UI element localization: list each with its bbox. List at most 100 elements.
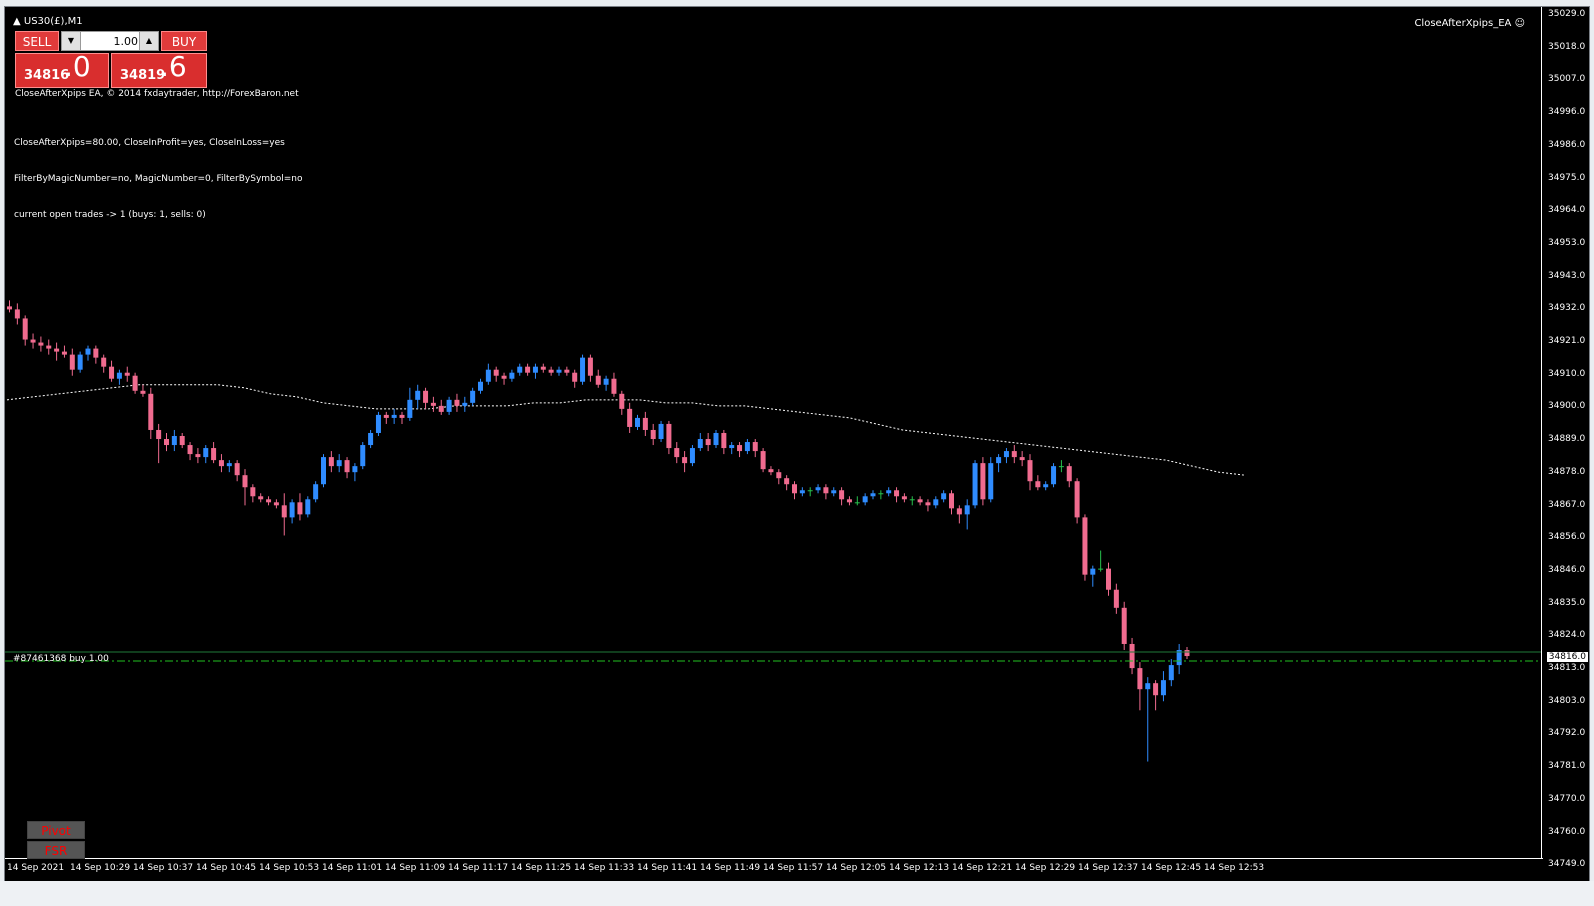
- price-axis-label: 34953.0: [1548, 237, 1586, 248]
- candle-body: [799, 490, 805, 494]
- candle-body: [807, 490, 813, 492]
- candle-body: [1153, 683, 1159, 696]
- candle-body: [446, 399, 452, 412]
- lot-decrease-button[interactable]: ▼: [62, 32, 81, 50]
- one-click-trading-panel: SELL ▼ ▲ BUY 34816 .0 34819 .6: [15, 31, 207, 88]
- candle-body: [580, 357, 586, 382]
- candle: [1137, 662, 1143, 711]
- expert-advisor-label[interactable]: CloseAfterXpips_EA ☺: [1414, 18, 1525, 29]
- candle: [674, 442, 680, 464]
- candle-body: [132, 375, 138, 391]
- price-axis-label: 34803.0: [1548, 695, 1586, 706]
- chart-panel[interactable]: ▲ US30(£),M1 CloseAfterXpips_EA ☺ SELL ▼…: [4, 6, 1590, 899]
- candle-body: [768, 469, 774, 473]
- candle: [760, 448, 766, 473]
- candle: [901, 493, 907, 503]
- candle: [273, 499, 279, 509]
- candle: [870, 490, 876, 500]
- candle: [321, 454, 326, 488]
- price-axis-label: 35029.0: [1548, 9, 1586, 19]
- candle-body: [737, 445, 743, 452]
- candle: [862, 493, 868, 506]
- symbol-title: ▲ US30(£),M1: [13, 16, 83, 28]
- price-axis[interactable]: 35029.0 35018.0 35007.0 34996.0 34986.0 34975…: [1541, 7, 1589, 869]
- order-line-label[interactable]: #87461368 buy 1.00: [13, 654, 109, 664]
- candle-body: [187, 445, 193, 455]
- candle: [93, 345, 99, 364]
- lot-size-input[interactable]: [82, 32, 138, 50]
- price-axis-label: 34856.0: [1548, 532, 1586, 543]
- candle: [415, 384, 421, 409]
- candle: [1153, 680, 1159, 711]
- candle-body: [650, 429, 656, 440]
- ea-params-line2: FilterByMagicNumber=no, MagicNumber=0, F…: [14, 174, 303, 184]
- time-axis-label: 14 Sep 11:09: [385, 863, 446, 873]
- candle: [195, 448, 201, 464]
- indicator-buttons: Pivot FSR: [27, 821, 85, 861]
- candle-body: [46, 345, 52, 349]
- candle-body: [721, 432, 727, 449]
- candle: [328, 451, 334, 473]
- candle-body: [697, 439, 703, 449]
- sell-quote[interactable]: 34816 .0: [15, 52, 109, 88]
- candle: [799, 487, 805, 497]
- candle-body: [85, 348, 91, 355]
- fsr-button[interactable]: FSR: [27, 841, 85, 859]
- candle: [101, 354, 107, 373]
- candle-body: [509, 372, 515, 379]
- buy-button[interactable]: BUY: [161, 31, 207, 51]
- pivot-button[interactable]: Pivot: [27, 821, 85, 839]
- candle: [1074, 478, 1080, 524]
- moving-average-polyline: [6, 384, 1246, 476]
- candle-body: [901, 496, 907, 500]
- candle: [807, 487, 813, 497]
- candle-body: [823, 487, 829, 494]
- candle-body: [564, 369, 570, 373]
- candle: [14, 303, 20, 325]
- candle-body: [635, 417, 640, 427]
- candle: [587, 354, 593, 382]
- time-axis-label: 14 Sep 10:53: [259, 863, 320, 873]
- candle: [729, 442, 735, 455]
- candle: [344, 457, 350, 479]
- title-arrow-icon: ▲: [13, 16, 21, 27]
- candle: [423, 387, 429, 409]
- candle-body: [1137, 668, 1143, 690]
- candle: [85, 345, 91, 361]
- sell-button[interactable]: SELL: [15, 31, 59, 51]
- lot-increase-button[interactable]: ▲: [139, 32, 158, 50]
- price-axis-label: 34781.0: [1548, 761, 1586, 772]
- candle-body: [627, 408, 633, 427]
- ea-params-line3: current open trades -> 1 (buys: 1, sells…: [14, 210, 206, 220]
- candle: [635, 414, 640, 430]
- candle: [540, 363, 546, 373]
- candle-body: [1113, 589, 1119, 608]
- price-axis-label: 34932.0: [1548, 303, 1586, 314]
- candle: [964, 499, 970, 530]
- price-axis-label: 34996.0: [1548, 107, 1586, 118]
- candle-body: [195, 454, 201, 458]
- candle: [454, 393, 460, 412]
- candle-body: [587, 357, 593, 376]
- candle: [650, 423, 656, 446]
- candle: [446, 396, 452, 415]
- candle-body: [925, 502, 931, 506]
- candle-body: [226, 463, 232, 467]
- candle-body: [713, 432, 719, 446]
- candle: [1184, 647, 1190, 660]
- candle-body: [297, 502, 303, 515]
- candle: [391, 408, 397, 424]
- candle-body: [1090, 568, 1096, 575]
- candle: [1121, 601, 1127, 651]
- candle-body: [383, 414, 389, 418]
- candle: [399, 411, 405, 424]
- time-axis-label: 14 Sep 10:45: [196, 863, 257, 873]
- buy-quote[interactable]: 34819 .6: [111, 52, 207, 88]
- candle-body: [540, 366, 546, 370]
- candle-body: [611, 378, 617, 394]
- lot-size-box[interactable]: ▼ ▲: [61, 31, 159, 51]
- candle-body: [478, 381, 483, 391]
- candle: [187, 442, 193, 461]
- candle: [164, 432, 169, 452]
- candle-body: [815, 487, 821, 491]
